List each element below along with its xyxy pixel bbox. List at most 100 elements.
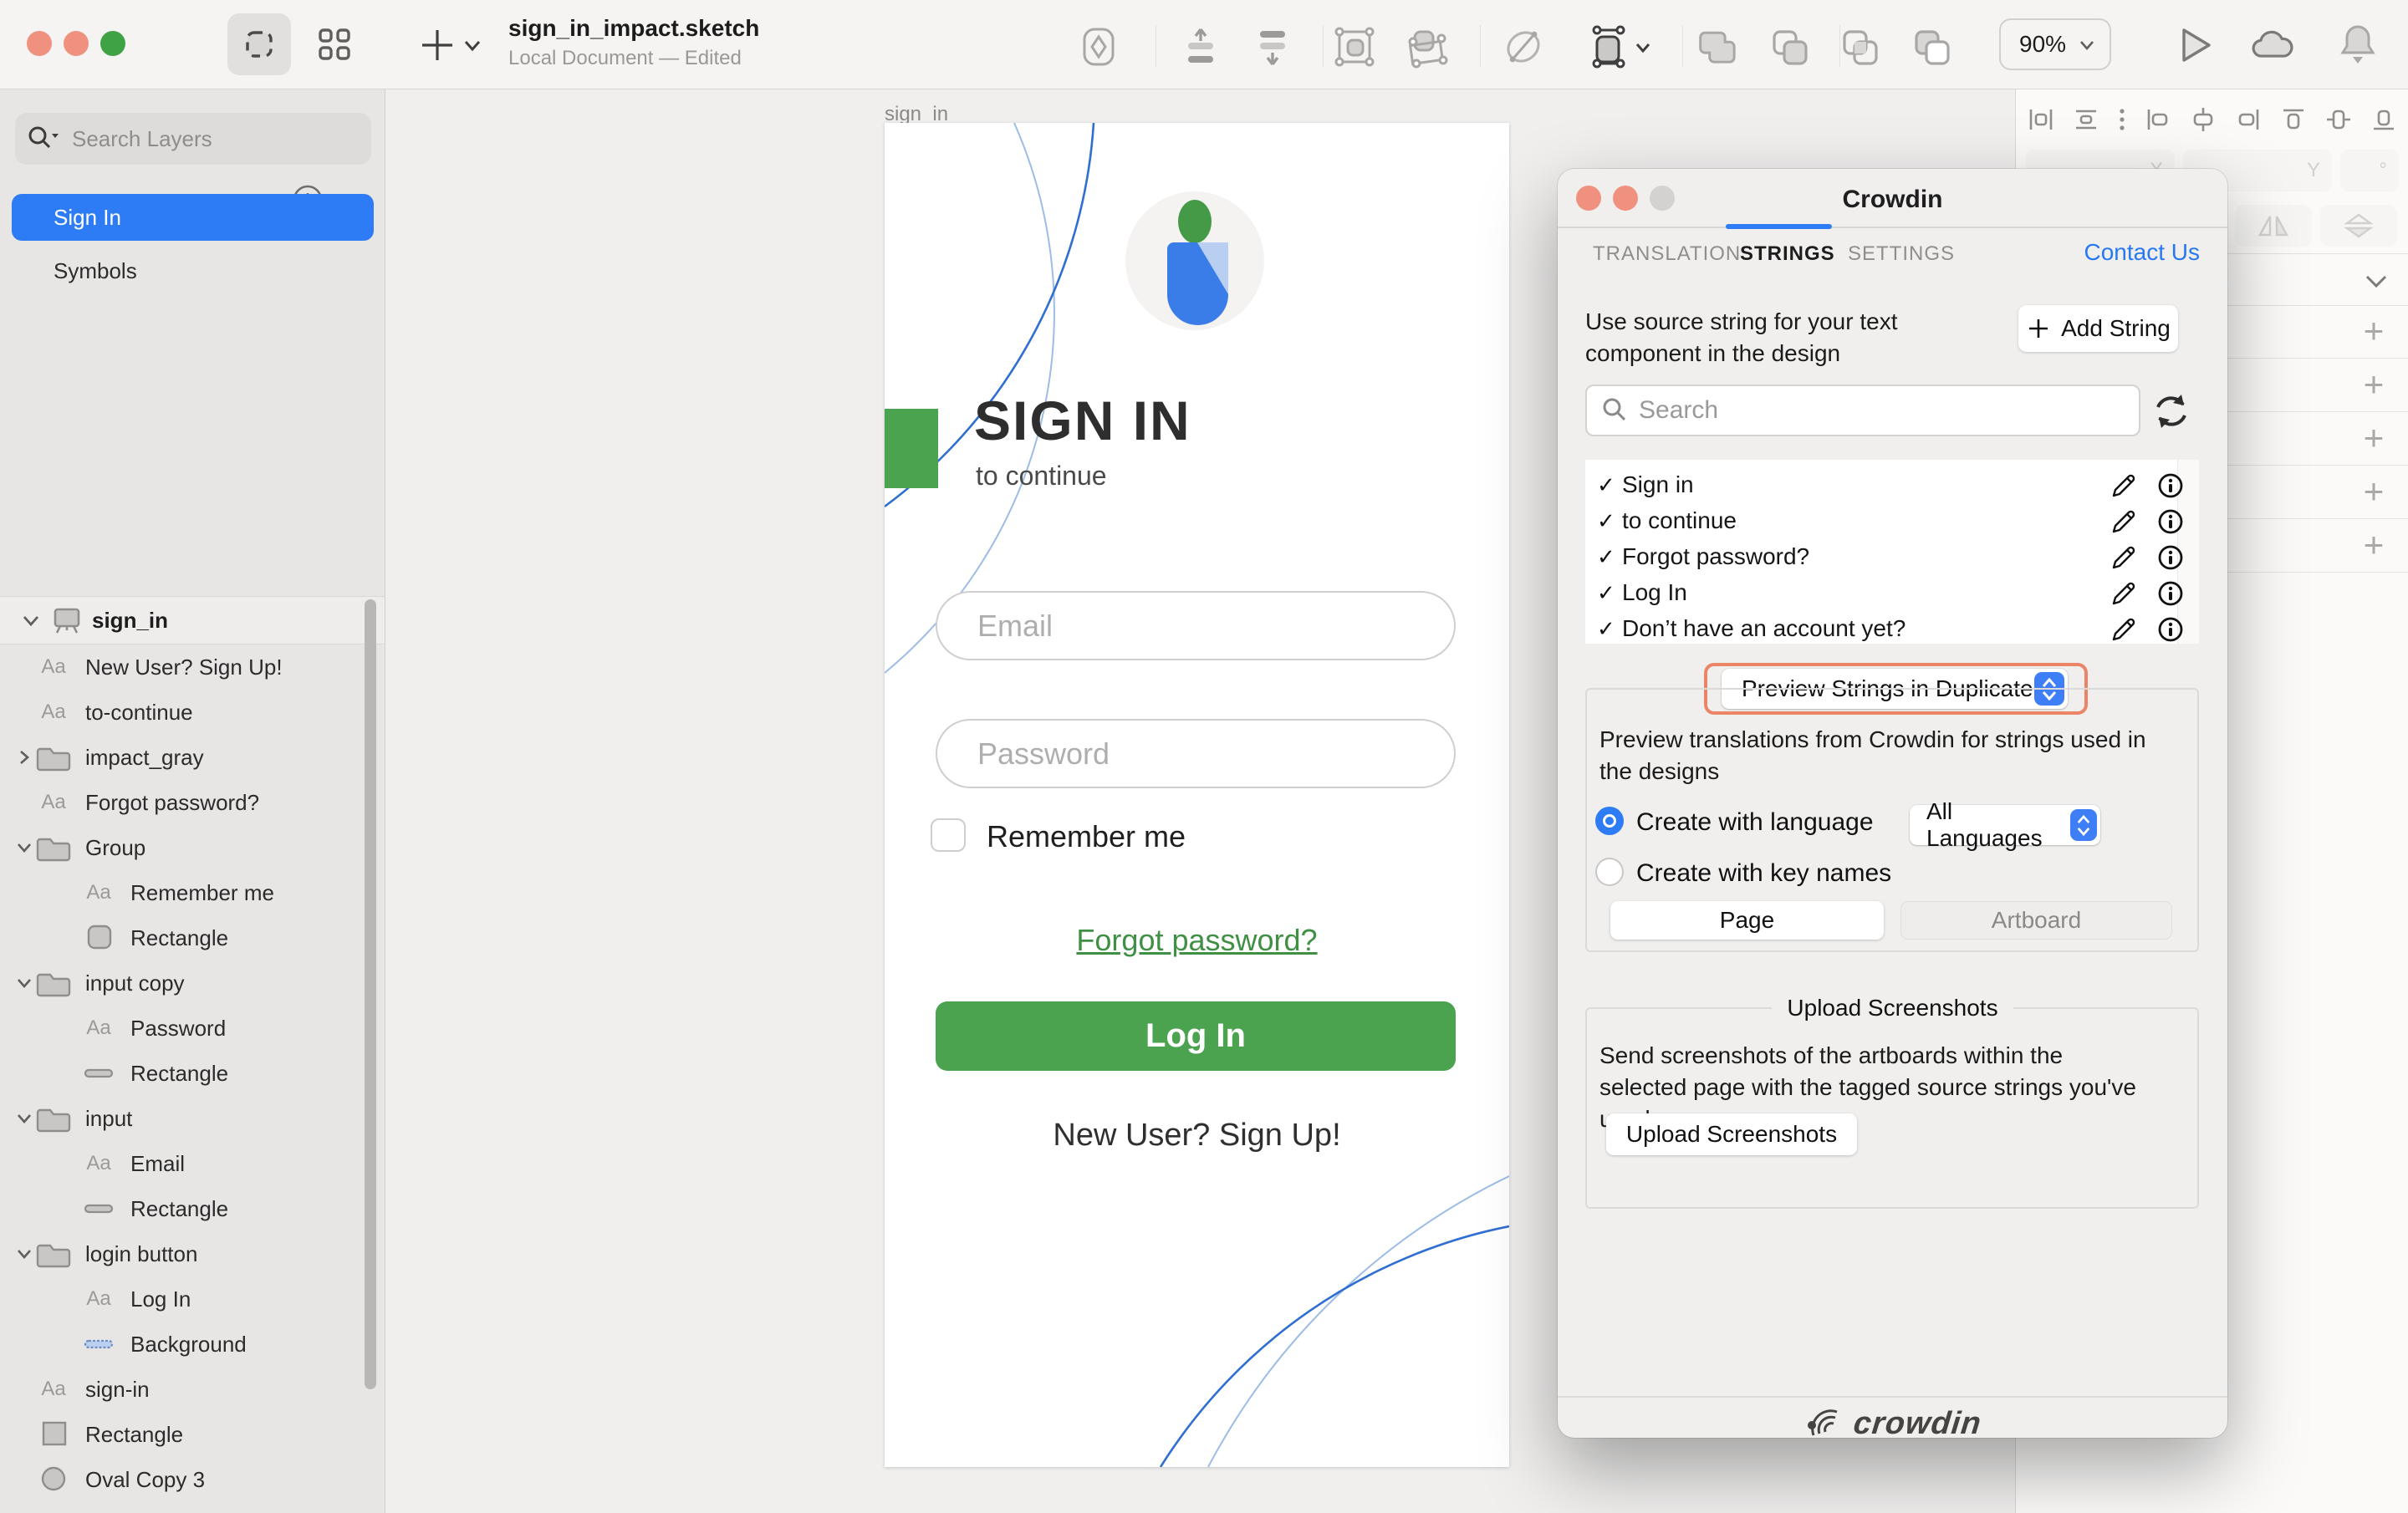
layer-row[interactable]: AaNew User? Sign Up! (0, 644, 363, 690)
language-dropdown[interactable]: All Languages (1910, 805, 2100, 845)
layer-row[interactable]: AaLog In (0, 1276, 363, 1322)
resize-tool-button[interactable] (1585, 23, 1654, 70)
layer-row[interactable]: input (0, 1096, 363, 1141)
add-fill-button[interactable]: + (2354, 364, 2394, 405)
canvas-view-toggle[interactable] (227, 13, 291, 75)
layer-row[interactable]: AaEmail (0, 1141, 363, 1186)
chevron-down-icon[interactable] (15, 838, 33, 857)
page-button[interactable]: Page (1610, 901, 1884, 940)
layer-row[interactable]: Rectangle (0, 1412, 363, 1457)
align-top-icon[interactable] (2278, 104, 2309, 135)
layer-row[interactable]: Rectangle (0, 1186, 363, 1231)
align-center-horizontal-icon[interactable] (2188, 104, 2218, 135)
ungroup-button[interactable] (1403, 23, 1450, 70)
source-string-text: Don’t have an account yet? (1622, 615, 1905, 642)
string-info-button[interactable] (2157, 472, 2182, 497)
layer-row[interactable]: input copy (0, 960, 363, 1006)
layer-row[interactable]: Rectangle (0, 915, 363, 960)
add-string-button[interactable]: Add String (2018, 305, 2178, 352)
string-info-button[interactable] (2157, 508, 2182, 533)
source-string-row[interactable]: ✓Don’t have an account yet? (1585, 610, 2171, 647)
string-info-button[interactable] (2157, 544, 2182, 569)
add-blur-button[interactable]: + (2354, 525, 2394, 565)
layer-row[interactable]: Rectangle (0, 1051, 363, 1096)
forgot-password-link[interactable]: Forgot password? (885, 923, 1509, 958)
layer-row[interactable]: Group (0, 825, 363, 870)
layer-row[interactable]: login button (0, 1231, 363, 1276)
remember-me-checkbox[interactable] (931, 818, 966, 852)
source-string-row[interactable]: ✓Sign in (1585, 466, 2171, 503)
sidebar-scrollbar[interactable] (365, 599, 376, 1389)
artboard-button[interactable]: Artboard (1900, 901, 2172, 940)
group-button[interactable] (1331, 23, 1378, 70)
edit-string-button[interactable] (2110, 472, 2135, 497)
create-with-language-radio[interactable] (1595, 807, 1624, 835)
contact-us-link[interactable]: Contact Us (1558, 239, 2200, 266)
layer-row[interactable]: AaPassword (0, 1006, 363, 1051)
layer-row[interactable]: Aato-continue (0, 690, 363, 735)
chevron-down-icon[interactable] (15, 974, 33, 992)
more-options-icon[interactable] (2116, 104, 2128, 135)
edit-string-button[interactable] (2110, 508, 2135, 533)
source-string-row[interactable]: ✓Forgot password? (1585, 538, 2171, 575)
refresh-strings-button[interactable] (2148, 388, 2195, 439)
string-info-button[interactable] (2157, 580, 2182, 605)
add-shadow-button[interactable]: + (2354, 471, 2394, 512)
close-window-button[interactable] (27, 31, 52, 56)
edit-string-button[interactable] (2110, 544, 2135, 569)
rotate-button[interactable] (1500, 23, 1547, 70)
zoom-level-select[interactable]: 90% (1999, 18, 2111, 70)
preview-play-button[interactable] (2171, 22, 2217, 69)
align-bottom-icon[interactable] (2369, 104, 2399, 135)
add-style-button[interactable]: + (2354, 311, 2394, 351)
chevron-right-icon[interactable] (15, 748, 33, 767)
boolean-difference-button[interactable] (1908, 23, 1955, 70)
strings-search-input[interactable]: Search (1585, 385, 2140, 436)
sign-in-artboard[interactable]: SIGN IN to continue Email Password Remem… (885, 123, 1509, 1467)
password-field[interactable]: Password (936, 719, 1456, 788)
distribute-vertically-icon[interactable] (2071, 104, 2101, 135)
create-symbol-button[interactable] (1075, 23, 1122, 70)
layer-row[interactable]: Aasign-in (0, 1367, 363, 1412)
sidebar-page-sign-in[interactable]: Sign In (12, 194, 374, 241)
minimize-window-button[interactable] (64, 31, 89, 56)
source-string-row[interactable]: ✓to continue (1585, 502, 2171, 539)
align-middle-vertical-icon[interactable] (2324, 104, 2354, 135)
artboard-layer-header[interactable]: sign_in (0, 596, 385, 644)
edit-string-button[interactable] (2110, 580, 2135, 605)
boolean-intersect-button[interactable] (1836, 23, 1883, 70)
align-right-icon[interactable] (2233, 104, 2263, 135)
layer-row[interactable]: impact_gray (0, 735, 363, 780)
string-info-button[interactable] (2157, 616, 2182, 641)
grid-view-toggle[interactable] (303, 13, 366, 75)
layer-row[interactable]: AaRemember me (0, 870, 363, 915)
logo-green-dot (1178, 200, 1212, 243)
insert-button[interactable] (422, 27, 481, 68)
layer-row[interactable]: AaForgot password? (0, 780, 363, 825)
zoom-window-button[interactable] (100, 31, 125, 56)
search-layers-input[interactable]: Search Layers (15, 113, 371, 165)
create-with-key-names-radio[interactable] (1595, 858, 1624, 886)
distribute-horizontal-button[interactable] (1177, 23, 1224, 70)
collapse-section-button[interactable] (2359, 267, 2394, 299)
edit-string-button[interactable] (2110, 616, 2135, 641)
email-field[interactable]: Email (936, 591, 1456, 660)
notifications-button[interactable] (2334, 22, 2381, 69)
layer-row[interactable]: Oval Copy 3 (0, 1457, 363, 1502)
upload-screenshots-button[interactable]: Upload Screenshots (1606, 1113, 1857, 1155)
boolean-subtract-button[interactable] (1766, 23, 1813, 70)
source-string-row[interactable]: ✓Log In (1585, 574, 2171, 611)
log-in-button[interactable]: Log In (936, 1001, 1456, 1071)
add-border-button[interactable]: + (2354, 418, 2394, 458)
cloud-share-button[interactable] (2249, 22, 2296, 69)
crowdin-logo: crowdin (1803, 1409, 1982, 1438)
boolean-union-button[interactable] (1694, 23, 1741, 70)
chevron-down-icon[interactable] (15, 1245, 33, 1263)
sidebar-page-symbols[interactable]: Symbols (12, 247, 374, 294)
layer-row[interactable]: Background (0, 1322, 363, 1367)
align-left-icon[interactable] (2143, 104, 2173, 135)
distribute-vertical-button[interactable] (1249, 23, 1296, 70)
sign-up-text[interactable]: New User? Sign Up! (885, 1118, 1509, 1154)
chevron-down-icon[interactable] (15, 1109, 33, 1128)
distribute-horizontally-icon[interactable] (2026, 104, 2056, 135)
